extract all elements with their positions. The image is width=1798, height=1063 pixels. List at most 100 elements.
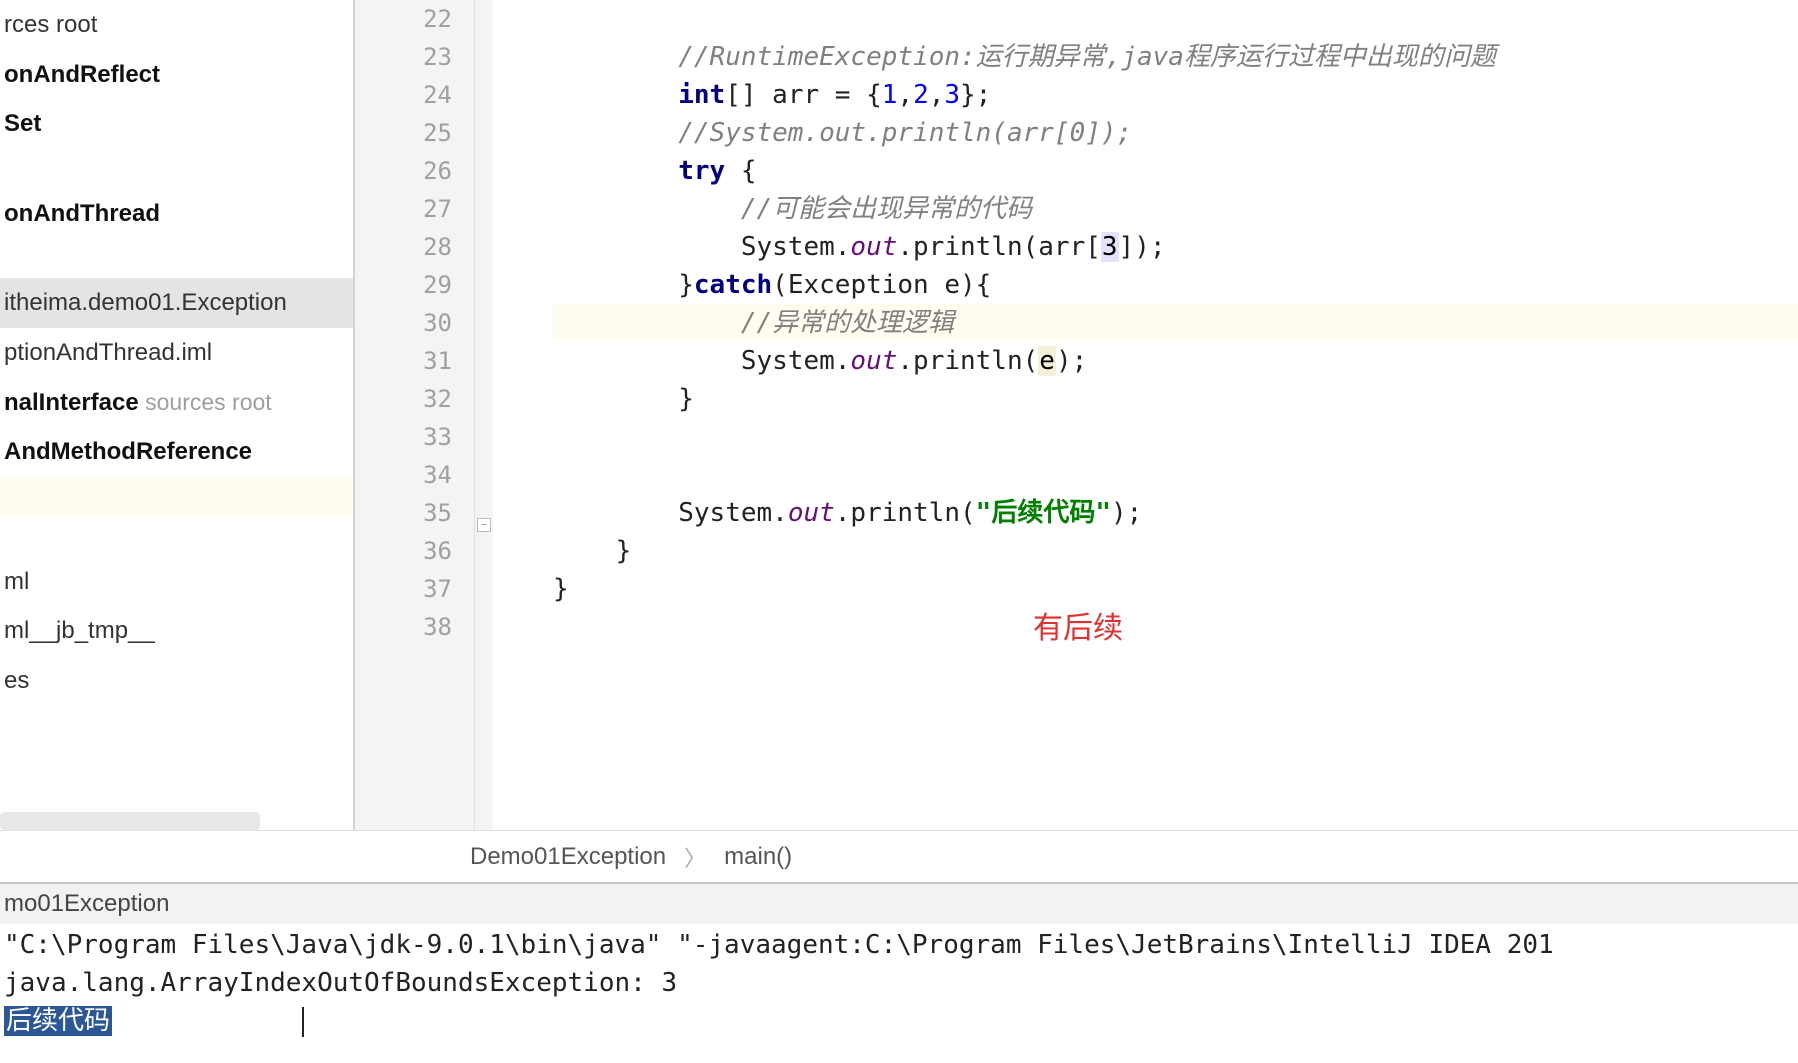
code-token: .println( — [897, 346, 1038, 376]
code-token: , — [929, 80, 945, 110]
code-token: 2 — [913, 80, 929, 110]
tree-item-label: ml — [4, 568, 29, 595]
code-line[interactable]: //System.out.println(arr[0]); — [553, 114, 1798, 152]
fold-handle-icon[interactable]: − — [477, 518, 491, 532]
code-line[interactable]: } — [553, 380, 1798, 418]
project-tree-item[interactable]: onAndThread — [0, 189, 353, 239]
line-number[interactable]: 34 — [355, 456, 474, 494]
line-number[interactable]: 30 — [355, 304, 474, 342]
run-console[interactable]: "C:\Program Files\Java\jdk-9.0.1\bin\jav… — [0, 924, 1798, 1042]
tree-item-label: nalInterface — [4, 389, 139, 416]
line-number[interactable]: 27 — [355, 190, 474, 228]
code-token: } — [553, 574, 569, 604]
breadcrumb-method[interactable]: main() — [724, 843, 792, 871]
breadcrumb-class[interactable]: Demo01Exception — [470, 843, 666, 871]
code-token: int — [678, 80, 725, 110]
line-number[interactable]: 29 — [355, 266, 474, 304]
project-tree-item[interactable]: itheima.demo01.Exception — [0, 278, 353, 328]
code-token: //可能会出现异常的代码 — [741, 194, 1032, 224]
line-number[interactable]: 37 — [355, 570, 474, 608]
line-number[interactable]: 24 — [355, 76, 474, 114]
code-line[interactable]: } — [553, 570, 1798, 608]
code-line[interactable]: System.out.println(e); — [553, 342, 1798, 380]
line-number[interactable]: 33 — [355, 418, 474, 456]
tree-item-label: onAndReflect — [4, 61, 160, 88]
line-number[interactable]: 25 — [355, 114, 474, 152]
project-tree-item[interactable]: ml__jb_tmp__ — [0, 606, 353, 656]
code-token: 3 — [944, 80, 960, 110]
code-token: "后续代码" — [976, 498, 1111, 528]
line-number[interactable]: 31 — [355, 342, 474, 380]
code-token: [] arr = { — [725, 80, 882, 110]
run-config-tab[interactable]: mo01Exception — [0, 882, 1798, 924]
tree-spacer — [0, 238, 353, 278]
code-line[interactable]: int[] arr = {1,2,3}; — [553, 76, 1798, 114]
console-output-line: java.lang.ArrayIndexOutOfBoundsException… — [4, 964, 1794, 1002]
tree-spacer — [0, 477, 353, 517]
code-token: 3 — [1101, 232, 1119, 262]
code-line[interactable]: //可能会出现异常的代码 — [553, 190, 1798, 228]
inline-annotation: 有后续 — [1033, 610, 1123, 648]
tree-spacer — [0, 149, 353, 189]
chevron-right-icon: 〉 — [684, 841, 706, 873]
line-number[interactable]: 28 — [355, 228, 474, 266]
code-line[interactable]: System.out.println("后续代码"); — [553, 494, 1798, 532]
project-tree-item[interactable]: ptionAndThread.iml — [0, 328, 353, 378]
editor-breadcrumb[interactable]: Demo01Exception 〉 main() — [0, 830, 1798, 882]
code-token: ); — [1111, 498, 1142, 528]
project-tree-item[interactable]: Set — [0, 99, 353, 149]
project-tree-item[interactable]: ml — [0, 557, 353, 607]
console-selection[interactable]: 后续代码 — [4, 1006, 112, 1036]
tree-item-label: ptionAndThread.iml — [4, 339, 212, 366]
project-tree-item[interactable]: rces root — [0, 0, 353, 50]
code-line[interactable] — [553, 0, 1798, 38]
code-token: .println(arr[ — [897, 232, 1101, 262]
project-tree-item[interactable]: es — [0, 656, 353, 706]
code-line[interactable]: //RuntimeException:运行期异常,java程序运行过程中出现的问… — [553, 38, 1798, 76]
code-token: System. — [678, 498, 788, 528]
tree-item-label: es — [4, 667, 29, 694]
code-token: //RuntimeException:运行期异常,java程序运行过程中出现的问… — [678, 42, 1496, 72]
project-tree-item[interactable]: nalInterface sources root — [0, 378, 353, 428]
code-line[interactable]: try { — [553, 152, 1798, 190]
line-number[interactable]: 26 — [355, 152, 474, 190]
code-editor[interactable]: //RuntimeException:运行期异常,java程序运行过程中出现的问… — [493, 0, 1798, 830]
code-token: } — [678, 384, 694, 414]
line-number[interactable]: 36 — [355, 532, 474, 570]
code-line[interactable] — [553, 608, 1798, 646]
project-tree-item[interactable]: onAndReflect — [0, 50, 353, 100]
line-number[interactable]: 35 — [355, 494, 474, 532]
line-number[interactable]: 38 — [355, 608, 474, 646]
code-token: System. — [741, 232, 851, 262]
tree-item-label: itheima.demo01.Exception — [4, 289, 287, 316]
editor-gutter[interactable]: 2223242526272829303132333435363738 — [355, 0, 475, 830]
line-number[interactable]: 22 — [355, 0, 474, 38]
tree-item-label: AndMethodReference — [4, 438, 252, 465]
editor-fold-column[interactable]: − — [475, 0, 493, 830]
tree-item-suffix: sources root — [139, 389, 272, 415]
code-token: (Exception e){ — [772, 270, 991, 300]
project-tree-panel[interactable]: rces root onAndReflect Set onAndThread ithei… — [0, 0, 355, 830]
code-line[interactable]: }catch(Exception e){ — [553, 266, 1798, 304]
tree-item-label: ml__jb_tmp__ — [4, 617, 155, 644]
code-token: ]); — [1119, 232, 1166, 262]
project-tree-item[interactable]: AndMethodReference — [0, 427, 353, 477]
code-line[interactable] — [553, 418, 1798, 456]
code-token: //System.out.println(arr[0]); — [678, 118, 1132, 148]
code-line[interactable]: //异常的处理逻辑 — [553, 304, 1798, 342]
code-token: try — [678, 156, 725, 186]
code-token: System. — [741, 346, 851, 376]
code-token: , — [897, 80, 913, 110]
code-token: //异常的处理逻辑 — [741, 308, 954, 338]
code-token: ); — [1056, 346, 1087, 376]
code-token: .println( — [835, 498, 976, 528]
code-line[interactable] — [553, 456, 1798, 494]
code-token: } — [678, 270, 694, 300]
sidebar-horizontal-scrollbar[interactable] — [0, 812, 260, 830]
code-line[interactable]: System.out.println(arr[3]); — [553, 228, 1798, 266]
line-number[interactable]: 32 — [355, 380, 474, 418]
line-number[interactable]: 23 — [355, 38, 474, 76]
code-token: }; — [960, 80, 991, 110]
code-token: e — [1038, 346, 1056, 376]
code-line[interactable]: } — [553, 532, 1798, 570]
